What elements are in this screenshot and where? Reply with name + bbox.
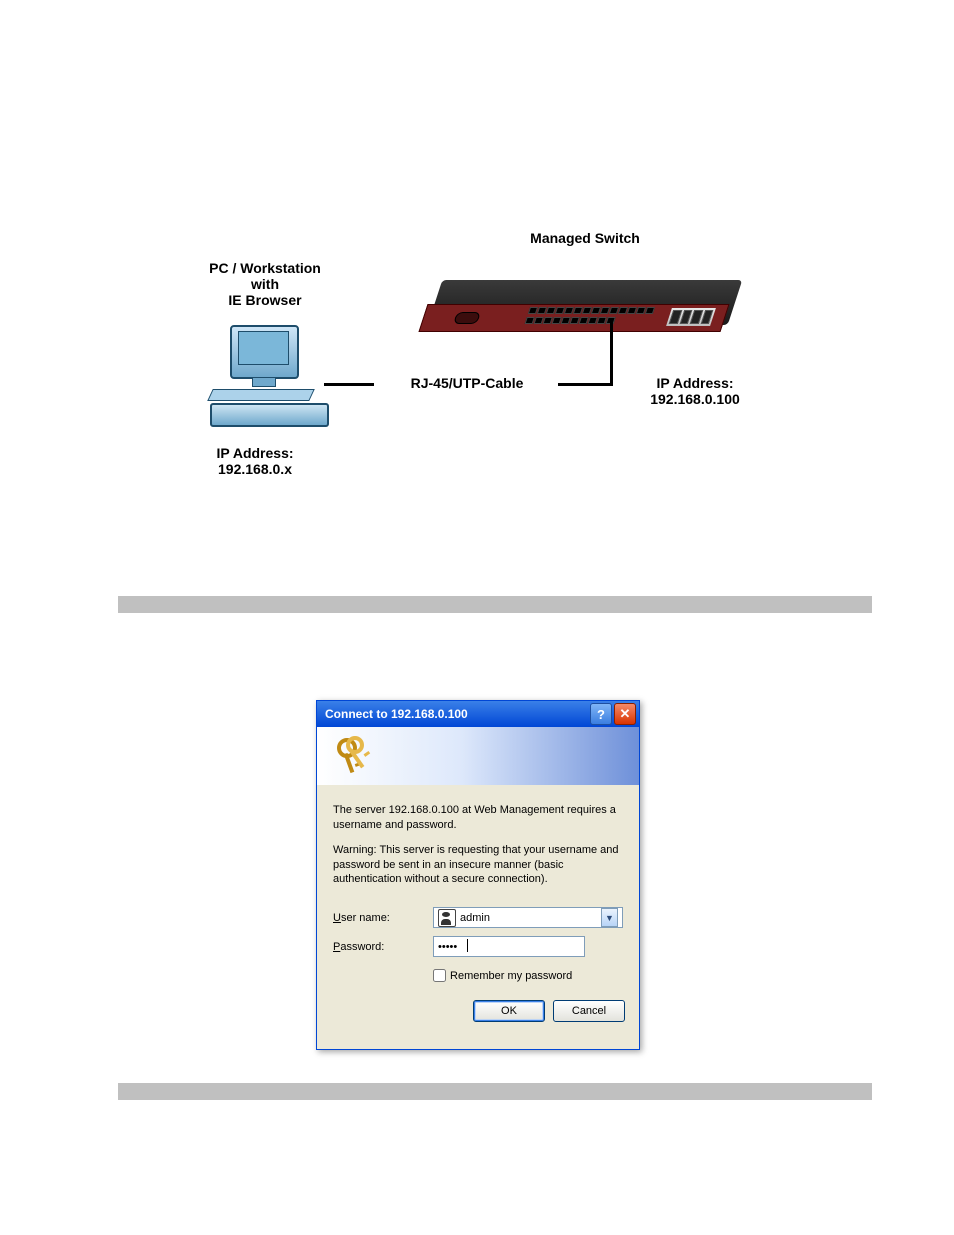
dialog-banner <box>317 727 639 785</box>
remember-label: Remember my password <box>450 970 572 982</box>
dialog-titlebar[interactable]: Connect to 192.168.0.100 ? ✕ <box>317 701 639 727</box>
dropdown-icon[interactable]: ▼ <box>601 908 618 927</box>
ok-button[interactable]: OK <box>473 1000 545 1022</box>
cable-label: RJ-45/UTP-Cable <box>372 375 562 391</box>
cable-line <box>324 383 374 386</box>
workstation-icon <box>220 325 320 425</box>
divider-bar <box>118 1083 872 1100</box>
dialog-warning: Warning: This server is requesting that … <box>333 843 623 888</box>
remember-checkbox[interactable] <box>433 969 446 982</box>
cable-line <box>558 383 613 386</box>
password-label: Password: <box>333 941 433 953</box>
user-icon <box>438 909 456 927</box>
close-button[interactable]: ✕ <box>614 703 636 725</box>
switch-ip-label: IP Address:192.168.0.100 <box>605 375 785 407</box>
network-diagram: PC / WorkstationwithIE Browser Managed S… <box>115 230 775 510</box>
username-value: admin <box>460 912 597 924</box>
dialog-message: The server 192.168.0.100 at Web Manageme… <box>333 803 623 833</box>
dialog-title: Connect to 192.168.0.100 <box>325 707 588 721</box>
pc-label: PC / WorkstationwithIE Browser <box>175 260 355 308</box>
cancel-button[interactable]: Cancel <box>553 1000 625 1022</box>
cable-line <box>610 318 613 386</box>
divider-bar <box>118 596 872 613</box>
username-field[interactable]: admin ▼ <box>433 907 623 928</box>
username-label: User name: <box>333 912 433 924</box>
pc-ip-label: IP Address:192.168.0.x <box>165 445 345 477</box>
keys-icon <box>327 733 373 779</box>
help-button[interactable]: ? <box>590 703 612 725</box>
auth-dialog: Connect to 192.168.0.100 ? ✕ The server … <box>316 700 640 1050</box>
switch-label: Managed Switch <box>485 230 685 246</box>
text-caret <box>467 939 468 952</box>
managed-switch-icon <box>435 262 755 347</box>
password-field[interactable] <box>433 936 585 957</box>
